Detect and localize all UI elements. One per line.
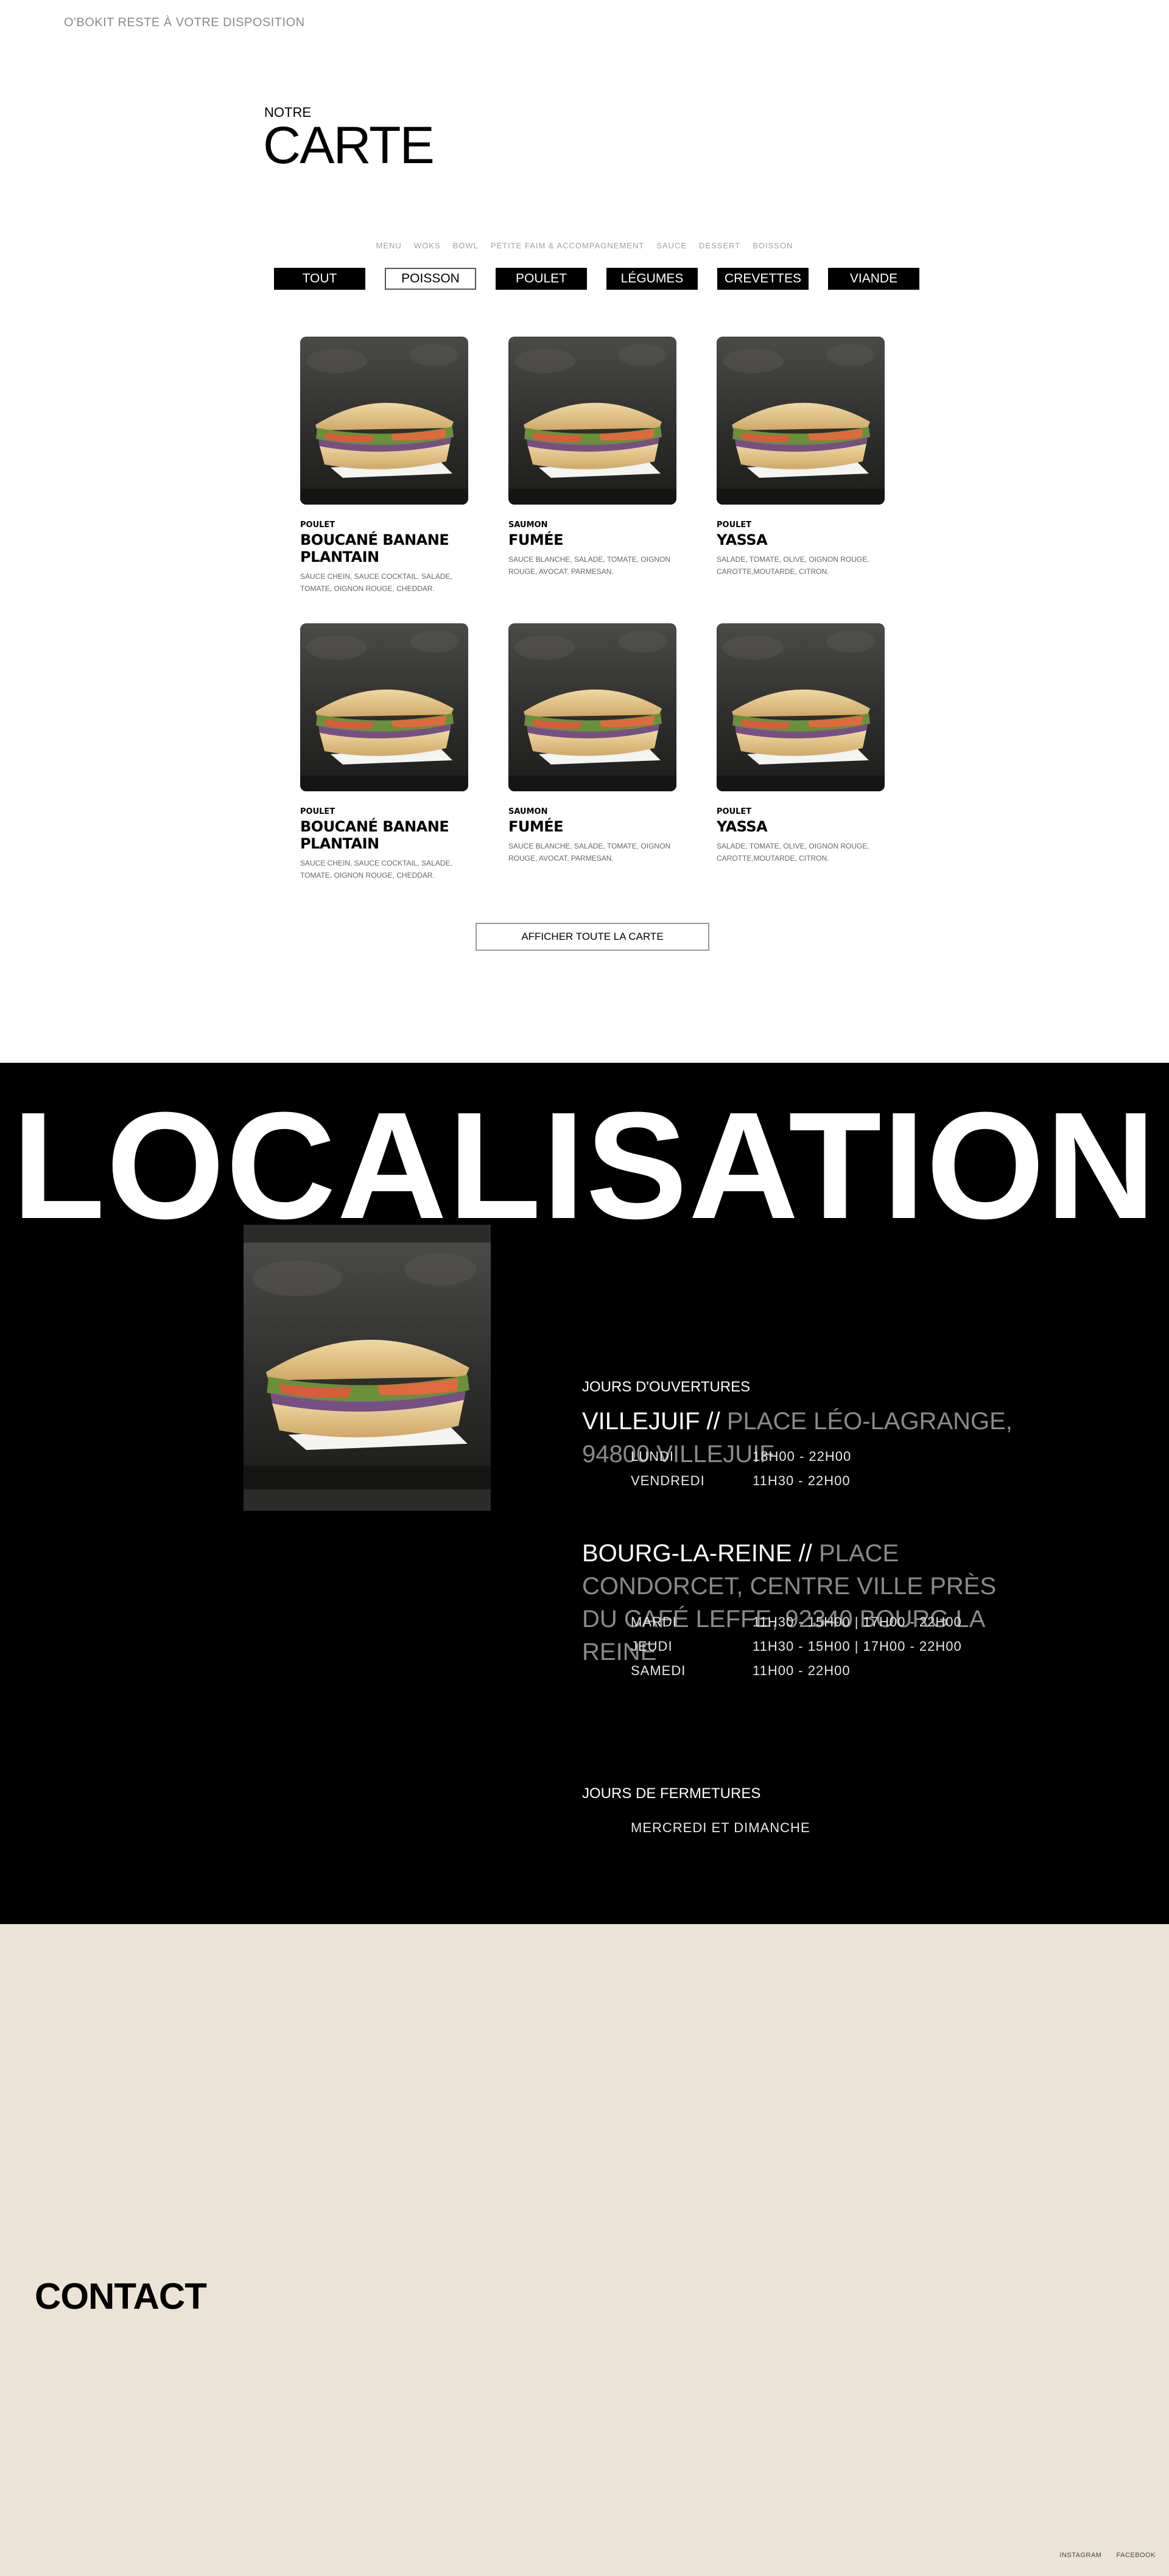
hours-day: JEUDI <box>631 1639 673 1654</box>
instagram-link[interactable]: INSTAGRAM <box>1059 2552 1101 2559</box>
sandwich-photo <box>244 1225 491 1511</box>
card-name: YASSA <box>717 531 768 548</box>
localisation-title: LOCALISATION <box>12 1080 1157 1250</box>
hours-time: 11H30 - 15H00 | 17H00 - 22H00 <box>753 1639 962 1654</box>
hours-time: 11H30 - 22H00 <box>753 1473 851 1488</box>
card-description: SALADE, TOMATE, OLIVE, OIGNON ROUGE, CAR… <box>717 842 869 863</box>
category-link-bowl[interactable]: BOWL <box>453 241 479 250</box>
filter-legumes[interactable]: LÉGUMES <box>606 268 698 290</box>
menu-card[interactable]: SAUMON FUMÉE SAUCE BLANCHE, SALADE, TOMA… <box>508 623 691 864</box>
villejuif-hours: LUNDI 18H00 - 22H00 VENDREDI 11H30 - 22H00 <box>631 1444 851 1493</box>
card-description: SAUCE BLANCHE, SALADE, TOMATE, OIGNON RO… <box>508 842 671 863</box>
filter-poisson[interactable]: POISSON <box>385 268 476 290</box>
category-nav: MENU WOKS BOWL PETITE FAIM & ACCOMPAGNEM… <box>0 241 1169 250</box>
villejuif-city: VILLEJUIF // <box>582 1408 720 1435</box>
contact-title: CONTACT <box>35 2276 207 2317</box>
filter-tout[interactable]: TOUT <box>274 268 365 290</box>
site-tagline: O'BOKIT RESTE À VOTRE DISPOSITION <box>64 16 305 29</box>
card-name: BOUCANÉ BANANE PLANTAIN <box>300 531 449 565</box>
category-link-menu[interactable]: MENU <box>376 241 402 250</box>
sandwich-image <box>508 337 676 505</box>
card-name: FUMÉE <box>508 818 564 835</box>
category-link-sauce[interactable]: SAUCE <box>656 241 687 250</box>
card-category: POULET <box>717 807 752 816</box>
show-full-menu-button[interactable]: AFFICHER TOUTE LA CARTE <box>476 923 709 951</box>
card-name: BOUCANÉ BANANE PLANTAIN <box>300 818 449 852</box>
menu-card[interactable]: POULET BOUCANÉ BANANE PLANTAIN SAUCE CHE… <box>300 337 483 595</box>
filter-crevettes[interactable]: CREVETTES <box>717 268 809 290</box>
category-link-petite-faim[interactable]: PETITE FAIM & ACCOMPAGNEMENT <box>491 241 644 250</box>
sandwich-image <box>300 337 468 505</box>
filter-poulet[interactable]: POULET <box>496 268 587 290</box>
filter-tabs: TOUT POISSON POULET LÉGUMES CREVETTES VI… <box>274 268 919 290</box>
card-description: SALADE, TOMATE, OLIVE, OIGNON ROUGE, CAR… <box>717 555 869 576</box>
sandwich-image <box>300 623 468 791</box>
closing-days: MERCREDI ET DIMANCHE <box>631 1820 810 1835</box>
hours-day: LUNDI <box>631 1449 675 1464</box>
category-link-dessert[interactable]: DESSERT <box>699 241 740 250</box>
hours-day: VENDREDI <box>631 1473 705 1488</box>
bourg-city: BOURG-LA-REINE // <box>582 1540 812 1567</box>
hours-day: MARDI <box>631 1614 677 1629</box>
card-category: POULET <box>717 520 752 530</box>
card-category: SAUMON <box>508 807 548 816</box>
card-category: POULET <box>300 520 335 530</box>
menu-card[interactable]: POULET BOUCANÉ BANANE PLANTAIN SAUCE CHE… <box>300 623 483 881</box>
social-links: INSTAGRAM FACEBOOK <box>1059 2552 1156 2559</box>
sandwich-image <box>717 337 885 505</box>
category-link-boisson[interactable]: BOISSON <box>753 241 793 250</box>
menu-card[interactable]: POULET YASSA SALADE, TOMATE, OLIVE, OIGN… <box>717 337 899 578</box>
card-description: SAUCE CHEIN, SAUCE COCKTAIL, SALADE, TOM… <box>300 572 452 593</box>
card-name: YASSA <box>717 818 768 835</box>
hours-time: 11H30 - 15H00 | 17H00 - 22H00 <box>753 1614 962 1629</box>
card-name: FUMÉE <box>508 531 564 548</box>
filter-viande[interactable]: VIANDE <box>828 268 919 290</box>
category-link-woks[interactable]: WOKS <box>414 241 441 250</box>
facebook-link[interactable]: FACEBOOK <box>1116 2552 1156 2559</box>
closing-days-heading: JOURS DE FERMETURES <box>582 1785 761 1802</box>
menu-card[interactable]: POULET YASSA SALADE, TOMATE, OLIVE, OIGN… <box>717 623 899 864</box>
menu-card[interactable]: SAUMON FUMÉE SAUCE BLANCHE, SALADE, TOMA… <box>508 337 691 578</box>
carte-title: CARTE <box>263 116 435 175</box>
bourg-hours: MARDI 11H30 - 15H00 | 17H00 - 22H00 JEUDI… <box>631 1610 962 1683</box>
card-description: SAUCE CHEIN, SAUCE COCKTAIL, SALADE, TOM… <box>300 859 452 880</box>
opening-days-heading: JOURS D'OUVERTURES <box>582 1379 751 1395</box>
sandwich-image <box>717 623 885 791</box>
hours-time: 11H00 - 22H00 <box>753 1663 851 1678</box>
card-description: SAUCE BLANCHE, SALADE, TOMATE, OIGNON RO… <box>508 555 671 576</box>
sandwich-image <box>508 623 676 791</box>
contact-section <box>0 1924 1169 2576</box>
card-category: SAUMON <box>508 520 548 530</box>
card-category: POULET <box>300 807 335 816</box>
hours-day: SAMEDI <box>631 1663 686 1678</box>
hours-time: 18H00 - 22H00 <box>753 1449 852 1464</box>
